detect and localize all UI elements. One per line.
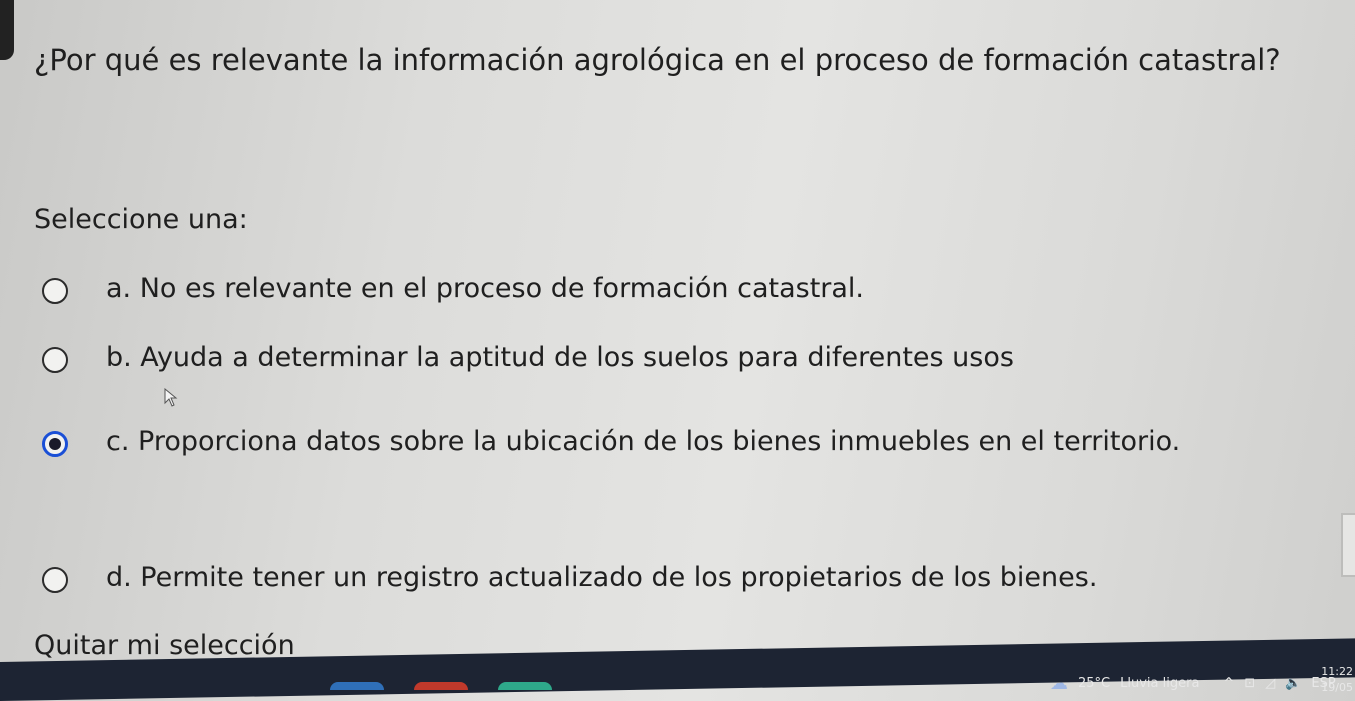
option-a[interactable]: a. No es relevante en el proceso de form… (42, 271, 1312, 323)
option-a-radio[interactable] (42, 278, 68, 304)
bezel-corner (0, 0, 14, 60)
select-prompt: Seleccione una: (34, 204, 248, 235)
taskbar-app-icon[interactable] (330, 682, 384, 690)
clear-selection-link[interactable]: Quitar mi selección (34, 630, 295, 661)
side-panel-edge (1341, 513, 1355, 577)
clock-time: 11:22 (1321, 665, 1353, 678)
option-b-radio[interactable] (42, 347, 68, 373)
chevron-up-icon[interactable]: ^ (1223, 676, 1234, 691)
battery-icon[interactable]: ◿ (1265, 676, 1275, 691)
taskbar-app-icon[interactable] (498, 682, 552, 690)
taskbar-clock[interactable]: 11:22 19/05 (1321, 664, 1353, 696)
option-c-radio-selected[interactable] (42, 431, 68, 457)
network-icon[interactable]: ⊡ (1244, 676, 1255, 691)
volume-icon[interactable]: 🔈 (1285, 676, 1301, 691)
temperature[interactable]: 25°C (1078, 676, 1110, 691)
clock-date: 19/05 (1321, 681, 1353, 694)
taskbar-apps (330, 682, 552, 690)
cloud-rain-icon[interactable]: ☁ (1050, 673, 1068, 694)
mouse-cursor-icon (164, 388, 178, 407)
weather-status[interactable]: Lluvia ligera (1120, 676, 1199, 691)
question-text: ¿Por qué es relevante la información agr… (34, 43, 1281, 77)
option-d-radio[interactable] (42, 567, 68, 593)
taskbar-app-icon[interactable] (414, 682, 468, 690)
option-c-label[interactable]: c. Proporciona datos sobre la ubicación … (94, 408, 1284, 476)
option-c[interactable]: c. Proporciona datos sobre la ubicación … (42, 424, 1312, 476)
option-d[interactable]: d. Permite tener un registro actualizado… (42, 560, 1312, 612)
taskbar-tray: ☁ 25°C Lluvia ligera ^ ⊡ ◿ 🔈 ESP (1050, 666, 1336, 700)
option-b-label[interactable]: b. Ayuda a determinar la aptitud de los … (106, 324, 1014, 392)
option-d-label[interactable]: d. Permite tener un registro actualizado… (106, 544, 1097, 612)
option-b[interactable]: b. Ayuda a determinar la aptitud de los … (42, 340, 1312, 392)
option-a-label[interactable]: a. No es relevante en el proceso de form… (106, 255, 864, 323)
